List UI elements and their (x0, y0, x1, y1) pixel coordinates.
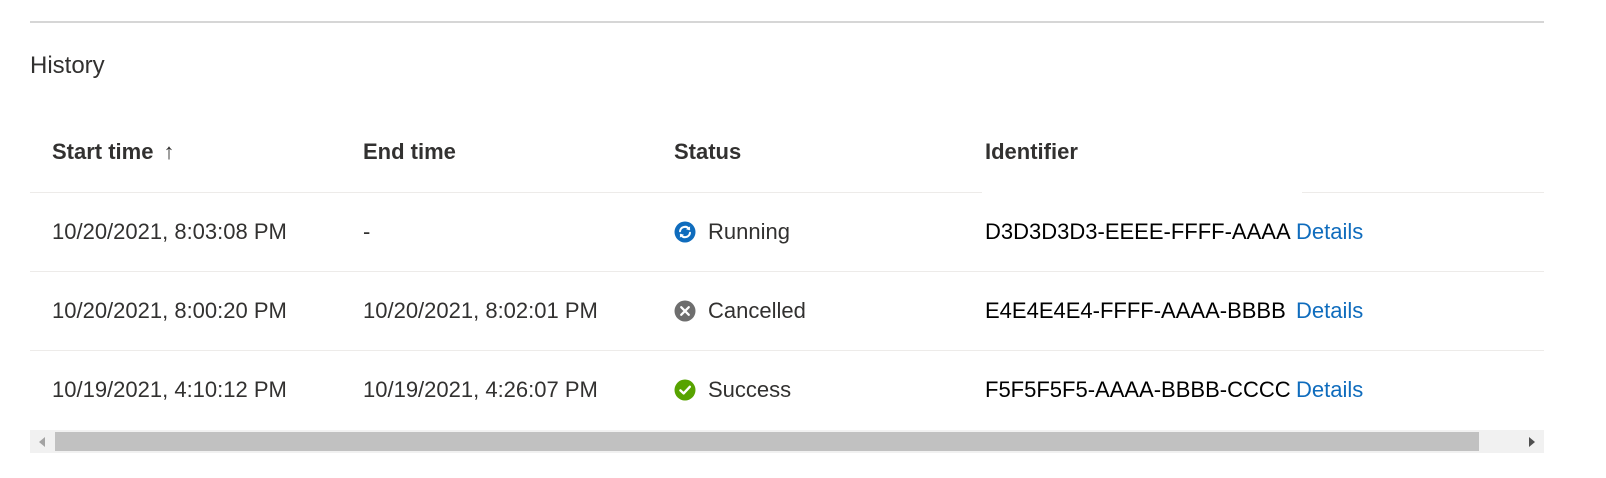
scrollbar-thumb[interactable] (55, 432, 1479, 451)
cancelled-icon (674, 300, 696, 322)
table-header-row: Start time ↑ End time Status Identifier (30, 114, 1544, 193)
checkmark-icon (674, 379, 696, 401)
sync-icon (674, 221, 696, 243)
status-label: Success (708, 377, 792, 402)
top-divider (30, 21, 1544, 23)
end-time-cell: - (363, 219, 371, 244)
identifier-cell: D3D3D3D3-EEEE-FFFF-AAAA (985, 219, 1291, 244)
scroll-right-arrow-icon[interactable] (1529, 437, 1535, 447)
end-time-cell: 10/19/2021, 4:26:07 PM (363, 377, 598, 402)
details-link[interactable]: Details (1296, 193, 1363, 271)
column-header-label: Identifier (985, 139, 1078, 164)
section-title: History (30, 52, 105, 79)
details-link[interactable]: Details (1296, 272, 1363, 350)
history-table: Start time ↑ End time Status Identifier … (30, 114, 1544, 429)
start-time-cell: 10/20/2021, 8:03:08 PM (52, 219, 287, 244)
start-time-cell: 10/20/2021, 8:00:20 PM (52, 298, 287, 323)
status-cell: Cancelled (674, 272, 806, 350)
column-header-label: End time (363, 139, 456, 164)
table-row: 10/20/2021, 8:03:08 PM - Running D3D3D3D… (30, 193, 1544, 272)
start-time-cell: 10/19/2021, 4:10:12 PM (52, 377, 287, 402)
scroll-left-arrow-icon[interactable] (39, 437, 45, 447)
identifier-cell: E4E4E4E4-FFFF-AAAA-BBBB (985, 298, 1286, 323)
arrow-up-icon: ↑ (163, 139, 175, 164)
status-label: Running (708, 219, 790, 244)
status-cell: Running (674, 193, 790, 271)
identifier-cell: F5F5F5F5-AAAA-BBBB-CCCC (985, 377, 1291, 402)
column-header-label: Status (674, 139, 742, 164)
status-label: Cancelled (708, 298, 806, 323)
status-cell: Success (674, 351, 791, 429)
table-row: 10/19/2021, 4:10:12 PM 10/19/2021, 4:26:… (30, 351, 1544, 429)
horizontal-scrollbar[interactable] (30, 430, 1544, 453)
column-header-identifier[interactable]: Identifier (985, 136, 1078, 168)
column-header-end-time[interactable]: End time (363, 136, 456, 168)
details-link[interactable]: Details (1296, 351, 1363, 429)
column-header-start-time[interactable]: Start time ↑ (52, 136, 174, 168)
column-header-status[interactable]: Status (674, 136, 741, 168)
column-header-label: Start time (52, 139, 154, 164)
table-row: 10/20/2021, 8:00:20 PM 10/20/2021, 8:02:… (30, 272, 1544, 351)
end-time-cell: 10/20/2021, 8:02:01 PM (363, 298, 598, 323)
